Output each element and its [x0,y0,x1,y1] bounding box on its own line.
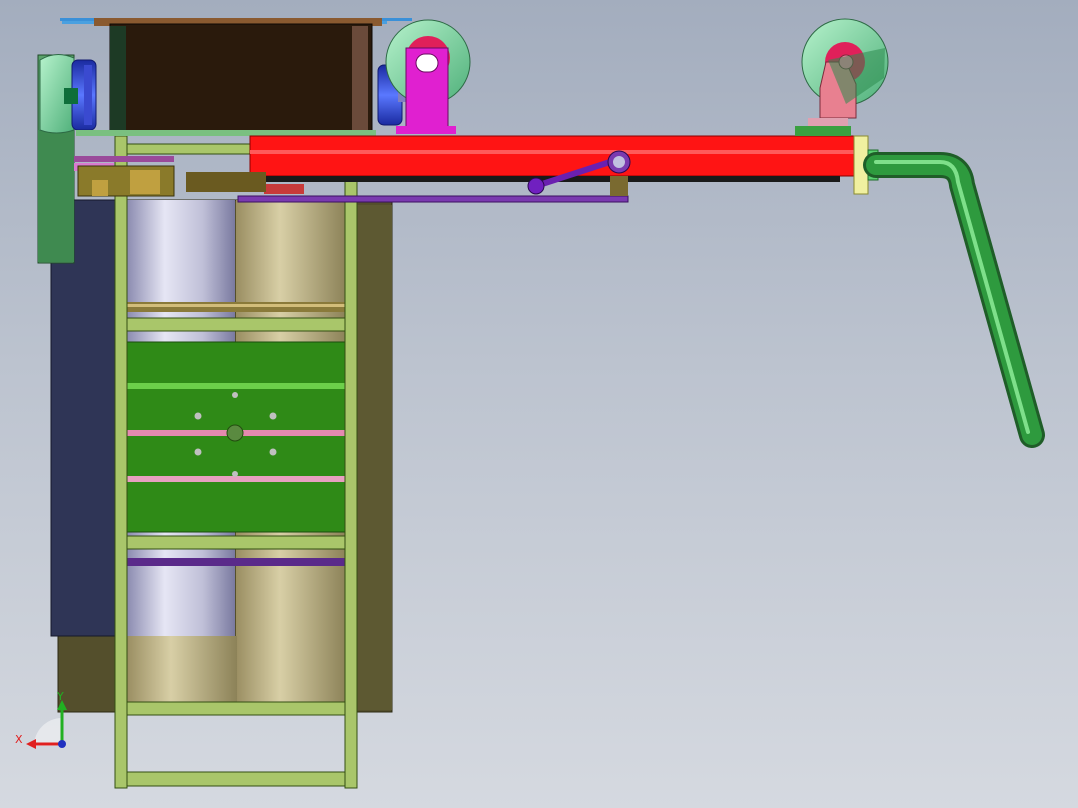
crank-handle-pipe[interactable] [863,149,1045,448]
green-mounting-panel [126,341,346,533]
machine-assembly-drawing: Y X [15,18,1045,789]
gear-mechanism [77,165,175,197]
axis-triad: Y X [15,690,67,749]
left-drive-pulley [37,54,75,264]
y-axis-label: Y [56,690,64,703]
right-roller-bracket [795,18,889,136]
main-red-beam [249,135,855,182]
cad-viewport[interactable]: Y X [0,0,1078,808]
top-housing [60,18,412,135]
x-axis-label: X [15,733,23,746]
brass-drum-bottom [127,636,237,706]
